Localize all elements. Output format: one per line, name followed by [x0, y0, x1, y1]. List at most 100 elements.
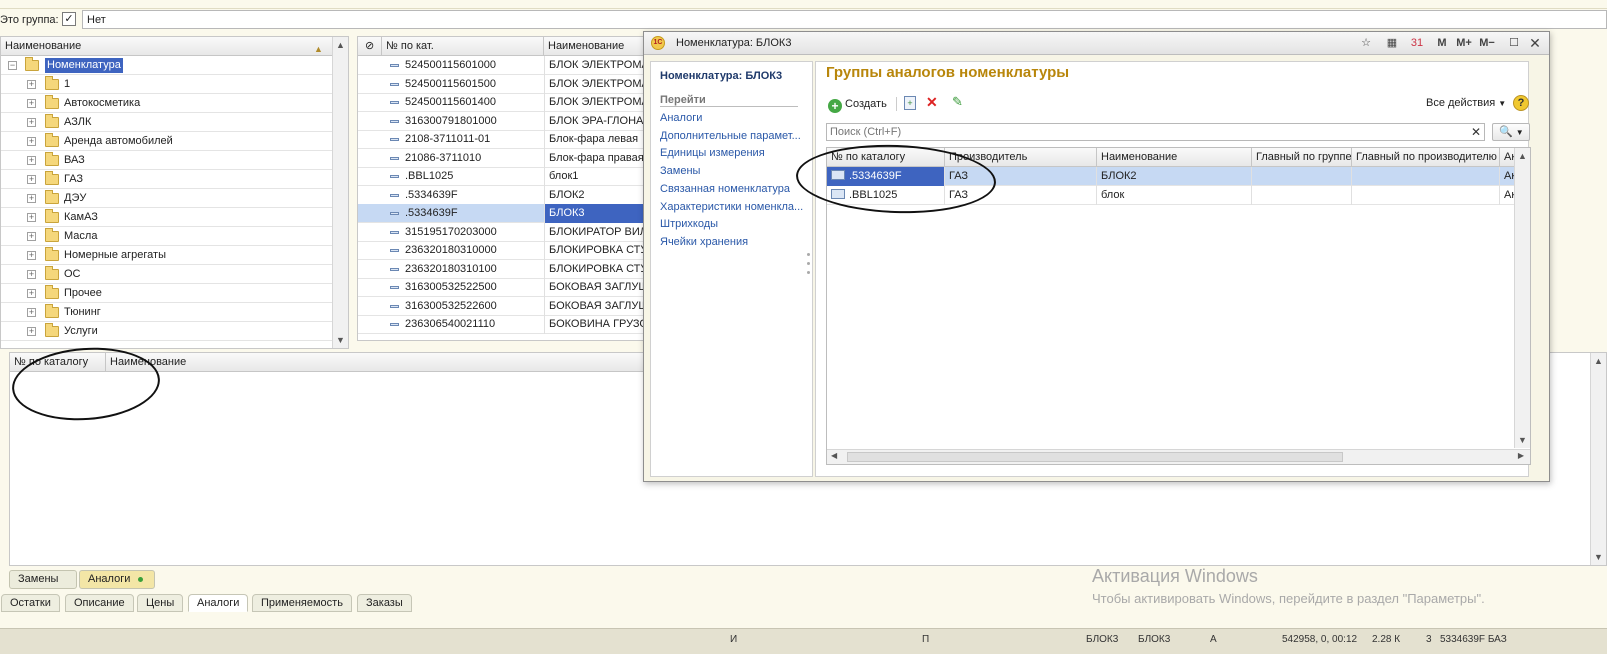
table-row[interactable]: 524500115601000 БЛОК ЭЛЕКТРОМА [358, 56, 656, 75]
tab-orders[interactable]: Заказы [357, 594, 412, 612]
table-column-header[interactable]: Наименование [1097, 148, 1252, 167]
tree-item[interactable]: + АЗЛК [1, 113, 348, 132]
scroll-down-icon[interactable]: ▼ [333, 332, 348, 348]
table-row[interactable]: 316300532522600 БОКОВАЯ ЗАГЛУШ [358, 296, 656, 316]
favorite-star-icon[interactable]: ☆ [1359, 36, 1373, 51]
table-row[interactable]: 316300532522500 БОКОВАЯ ЗАГЛУШ [358, 278, 656, 297]
table-hscrollbar[interactable]: ◀ ▶ [827, 449, 1530, 464]
expand-icon[interactable]: + [27, 156, 36, 165]
help-icon[interactable]: ? [1513, 95, 1529, 111]
expand-icon[interactable]: + [27, 80, 36, 89]
status-item[interactable]: БЛОК3 [1138, 634, 1170, 645]
bottom-col-name[interactable]: Наименование [106, 353, 706, 372]
tree-scrollbar[interactable]: ▲ ▼ [332, 37, 348, 348]
tab-description[interactable]: Описание [65, 594, 134, 612]
bottom-scrollbar[interactable]: ▲ ▼ [1590, 353, 1606, 565]
tree-item[interactable]: + ГАЗ [1, 170, 348, 189]
expand-icon[interactable]: + [27, 289, 36, 298]
tree-item[interactable]: + КамАЗ [1, 208, 348, 227]
subtab-analogs[interactable]: Аналоги [79, 570, 155, 589]
tab-stock[interactable]: Остатки [1, 594, 60, 612]
copy-icon[interactable]: + [904, 96, 916, 110]
nav-link[interactable]: Дополнительные парамет... [660, 130, 801, 142]
tree-item[interactable]: + Тюнинг [1, 303, 348, 322]
table-row[interactable]: 524500115601400 БЛОК ЭЛЕКТРОМА [358, 93, 656, 112]
clear-icon[interactable]: ✕ [1469, 125, 1483, 139]
col-name[interactable]: Наименование [544, 37, 656, 56]
calendar-icon[interactable]: 31 [1409, 36, 1425, 51]
table-row[interactable]: 236320180310000 БЛОКИРОВКА СТУ [358, 241, 656, 260]
tree-item[interactable]: + ВАЗ [1, 151, 348, 170]
expand-icon[interactable]: + [27, 175, 36, 184]
tree-item[interactable]: + Аренда автомобилей [1, 132, 348, 151]
subtab-replacements[interactable]: Замены [9, 570, 77, 599]
search-field[interactable]: ✕ [826, 123, 1485, 141]
expand-icon[interactable]: + [27, 99, 36, 108]
create-button[interactable]: + Создать [828, 95, 887, 113]
scroll-thumb[interactable] [847, 452, 1343, 462]
tree-root-item[interactable]: − Номенклатура [1, 56, 348, 75]
table-row[interactable]: 524500115601500 БЛОК ЭЛЕКТРОМА [358, 74, 656, 94]
nav-link[interactable]: Аналоги [660, 112, 702, 124]
is-group-checkbox[interactable]: ✓ [62, 12, 76, 26]
expand-icon[interactable]: + [27, 308, 36, 317]
tree-item[interactable]: + ОС [1, 265, 348, 284]
tree-item[interactable]: +1 [1, 75, 348, 94]
edit-icon[interactable]: ✎ [952, 94, 963, 110]
table-row[interactable]: 316300791801000 БЛОК ЭРА-ГЛОНАС [358, 111, 656, 131]
table-row[interactable]: .5334639F БЛОК2 [358, 185, 656, 205]
memory-m-icon[interactable]: M [1436, 36, 1448, 51]
delete-icon[interactable]: ✕ [926, 94, 938, 111]
expand-icon[interactable]: + [27, 251, 36, 260]
scroll-right-icon[interactable]: ▶ [1518, 451, 1524, 460]
nav-link[interactable]: Характеристики номенкла... [660, 201, 803, 213]
tab-applicability[interactable]: Применяемость [252, 594, 352, 612]
scroll-down-icon[interactable]: ▼ [1591, 549, 1606, 565]
table-row[interactable]: .BBL1025 блок1 [358, 167, 656, 186]
table-row[interactable]: 236320180310100 БЛОКИРОВКА СТУ [358, 259, 656, 279]
tree-item[interactable]: + Автокосметика [1, 94, 348, 113]
expand-icon[interactable]: + [27, 270, 36, 279]
tree-item[interactable]: + Номерные агрегаты [1, 246, 348, 265]
is-group-value[interactable]: Нет [82, 10, 1607, 29]
expand-icon[interactable]: + [27, 232, 36, 241]
all-actions-menu[interactable]: Все действия ▼ [1426, 97, 1506, 109]
table-column-header[interactable]: Главный по группе [1252, 148, 1352, 167]
calculator-icon[interactable]: ▦ [1385, 36, 1399, 51]
expand-icon[interactable]: + [27, 118, 36, 127]
nav-link[interactable]: Ячейки хранения [660, 236, 748, 248]
tab-prices[interactable]: Цены [137, 594, 184, 612]
table-row[interactable]: 315195170203000 БЛОКИРАТОР ВИЛ [358, 222, 656, 242]
table-row[interactable]: .5334639F БЛОК3 [358, 204, 656, 223]
table-column-header[interactable]: Главный по производителю [1352, 148, 1500, 167]
memory-minus-icon[interactable]: M− [1477, 36, 1497, 51]
table-row[interactable]: 236306540021110 БОКОВИНА ГРУЗО [358, 315, 656, 334]
table-row[interactable]: 2108-3711011-01 Блок-фара левая [358, 130, 656, 149]
tree-item[interactable]: + Масла [1, 227, 348, 246]
memory-plus-icon[interactable]: M+ [1454, 36, 1474, 51]
nav-link[interactable]: Единицы измерения [660, 147, 765, 159]
scroll-left-icon[interactable]: ◀ [831, 451, 837, 460]
expand-icon[interactable]: + [27, 327, 36, 336]
scroll-up-icon[interactable]: ▲ [1515, 148, 1530, 164]
dialog-titlebar[interactable]: 1C Номенклатура: БЛОК3 ☆ ▦ 31 M M+ M− ☐ … [644, 32, 1549, 55]
panel-splitter[interactable] [807, 253, 811, 283]
attachment-column-icon[interactable]: ⊘ [358, 37, 382, 56]
tree-header[interactable]: Наименование ▲ [1, 37, 348, 56]
tree-item[interactable]: + ДЭУ [1, 189, 348, 208]
table-column-header[interactable]: Ак [1500, 148, 1515, 167]
search-button[interactable]: 🔍 ▼ [1492, 123, 1530, 141]
expand-icon[interactable]: + [27, 213, 36, 222]
col-catalog-number[interactable]: № по кат. [382, 37, 544, 56]
collapse-icon[interactable]: − [8, 61, 17, 70]
table-scrollbar[interactable]: ▲ ▼ [1514, 148, 1530, 448]
close-icon[interactable]: ✕ [1528, 36, 1542, 51]
nav-link[interactable]: Штрихкоды [660, 218, 718, 230]
tab-analogs[interactable]: Аналоги [188, 594, 249, 612]
tree-item[interactable]: + Услуги [1, 322, 348, 341]
expand-icon[interactable]: + [27, 137, 36, 146]
scroll-up-icon[interactable]: ▲ [333, 37, 348, 53]
status-item[interactable]: БЛОК3 [1086, 634, 1118, 645]
table-row[interactable]: 21086-3711010 Блок-фара правая [358, 148, 656, 168]
nav-link[interactable]: Замены [660, 165, 700, 177]
